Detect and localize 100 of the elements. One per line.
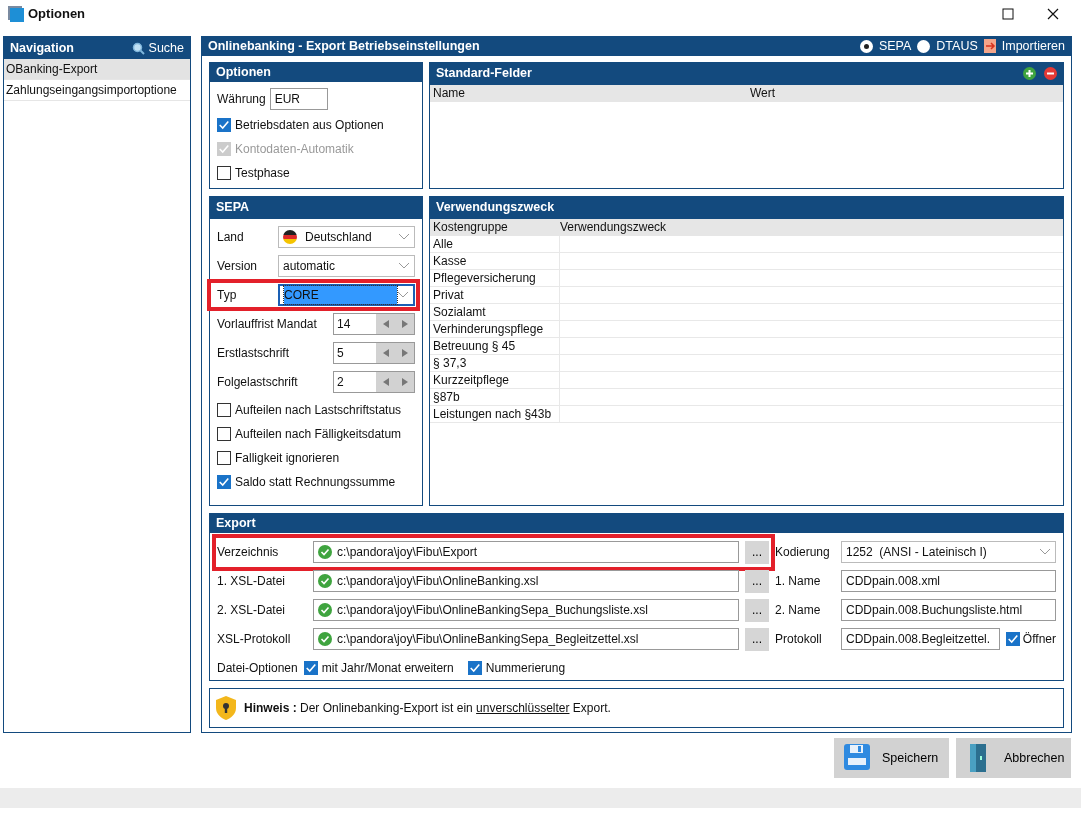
text-field[interactable]: CDDpain.008.xml (841, 570, 1056, 592)
checkbox[interactable] (217, 474, 231, 489)
field-label: Erstlastschrift (217, 344, 289, 362)
spin-field[interactable]: 5 (333, 341, 415, 364)
field-label: Typ (217, 286, 238, 304)
checkbox[interactable] (217, 402, 231, 417)
nav-item[interactable]: OBanking-Export (4, 59, 190, 80)
path-field[interactable]: c:\pandora\joy\Fibu\OnlineBankingSepa_Begleitzettel.xsl (313, 628, 739, 650)
import-icon[interactable] (983, 39, 996, 54)
radio-button[interactable] (859, 39, 873, 53)
panel-title: Onlinebanking - Export Betriebseinstellungen (208, 38, 480, 55)
field-label: Version (217, 257, 259, 275)
checkbox[interactable] (217, 117, 231, 132)
search-icon[interactable] (131, 41, 145, 55)
checkbox[interactable] (217, 165, 231, 180)
spin-field[interactable]: 14 (333, 312, 415, 335)
radio-button[interactable] (917, 39, 931, 53)
increment-icon[interactable] (401, 348, 408, 357)
column-header: Wert (750, 84, 776, 102)
browse-button[interactable]: ... (745, 540, 769, 564)
checkbox[interactable] (217, 426, 231, 441)
checkbox-label: Falligkeit ignorieren (235, 449, 340, 467)
column-header: Name (432, 84, 466, 102)
currency-field[interactable]: EUR (269, 87, 328, 110)
search-link[interactable]: Suche (148, 38, 184, 58)
browse-button[interactable]: ... (745, 627, 769, 651)
table-cell: Kurzzeitpflege (430, 371, 560, 388)
chevron-icon (397, 290, 409, 299)
browse-button[interactable]: ... (745, 598, 769, 622)
check-circle-icon (318, 545, 332, 559)
browse-button[interactable]: ... (745, 569, 769, 593)
panel-title: Export (216, 514, 256, 532)
panel-title: Navigation (10, 39, 74, 57)
table-cell: §87b (430, 388, 560, 405)
nav-item[interactable]: Zahlungseingangsimportoptione (4, 80, 190, 101)
table-cell: Alle (430, 235, 560, 252)
table-cell: Verhinderungspflege (430, 320, 560, 337)
checkbox-label: Aufteilen nach Lastschriftstatus (235, 401, 402, 419)
field-label: 1. XSL-Datei (217, 573, 287, 590)
window-icon (8, 6, 24, 22)
dropdown[interactable]: CORE (278, 283, 415, 306)
checkbox-label: Nummerierung (485, 660, 566, 677)
remove-icon[interactable] (1044, 67, 1057, 81)
field-label: 2. XSL-Datei (217, 602, 287, 619)
dropdown[interactable]: 1252 (ANSI - Lateinisch I) (841, 541, 1056, 563)
table-cell: § 37,3 (430, 354, 560, 371)
save-button[interactable]: Speichern (834, 738, 949, 778)
field-label: Folgelastschrift (217, 373, 298, 391)
table-cell: Leistungen nach §43b (430, 405, 560, 422)
panel-title: SEPA (216, 199, 250, 217)
field-label: Datei-Optionen (217, 660, 298, 677)
table-cell: Betreuung § 45 (430, 337, 560, 354)
checkbox[interactable] (1005, 632, 1020, 646)
window-title: Optionen (28, 5, 86, 24)
checkbox-label: Kontodaten-Automatik (235, 140, 354, 158)
checkbox[interactable] (303, 661, 318, 675)
path-field[interactable]: c:\pandora\joy\Fibu\OnlineBanking.xsl (313, 570, 739, 592)
decrement-icon[interactable] (382, 319, 389, 328)
chevron-icon (1039, 548, 1051, 556)
table-cell: Kasse (430, 252, 560, 269)
decrement-icon[interactable] (382, 348, 389, 357)
text-field[interactable]: CDDpain.008.Buchungsliste.html (841, 599, 1056, 621)
check-circle-icon (318, 603, 332, 617)
panel-title: Verwendungszweck (436, 199, 555, 217)
field-label: Protokoll (775, 631, 823, 648)
chevron-icon (398, 261, 410, 270)
checkbox-label: Aufteilen nach Fälligkeitsdatum (235, 425, 402, 443)
increment-icon[interactable] (401, 377, 408, 386)
chevron-icon (398, 232, 410, 241)
increment-icon[interactable] (401, 319, 408, 328)
column-header: Verwendungszweck (560, 218, 667, 236)
table-cell: Sozialamt (430, 303, 560, 320)
table-cell: Privat (430, 286, 560, 303)
cancel-button[interactable]: Abbrechen (956, 738, 1071, 778)
notice-text: Hinweis : Der Onlinebanking-Export ist ein unverschlüsselter Export. (244, 699, 611, 717)
field-label: Kodierung (775, 544, 831, 561)
dropdown[interactable]: Deutschland (278, 225, 415, 248)
radio-label[interactable]: DTAUS (936, 37, 978, 56)
add-icon[interactable] (1023, 67, 1036, 81)
import-link[interactable]: Importieren (1001, 37, 1065, 56)
dropdown[interactable]: automatic (278, 254, 415, 277)
field-label: Land (217, 228, 245, 246)
flag-icon (283, 229, 297, 244)
column-header: Kostengruppe (432, 218, 509, 236)
field-label: Verzeichnis (217, 544, 280, 561)
text-field[interactable]: CDDpain.008.Begleitzettel. (841, 628, 1000, 650)
path-field[interactable]: c:\pandora\joy\Fibu\Export (313, 541, 739, 563)
decrement-icon[interactable] (382, 377, 389, 386)
panel-title: Optionen (216, 63, 271, 81)
field-label: 1. Name (775, 573, 822, 590)
check-circle-icon (318, 574, 332, 588)
radio-label[interactable]: SEPA (878, 37, 912, 56)
spin-field[interactable]: 2 (333, 370, 415, 393)
panel-title: Standard-Felder (436, 65, 532, 83)
checkbox[interactable] (217, 450, 231, 465)
path-field[interactable]: c:\pandora\joy\Fibu\OnlineBankingSepa_Buchungsliste.xsl (313, 599, 739, 621)
checkbox-label: Saldo statt Rechnungssumme (235, 473, 396, 491)
checkbox[interactable] (467, 661, 482, 675)
checkbox-label: Öffner (1022, 631, 1056, 648)
table-cell: Pflegeversicherung (430, 269, 560, 286)
